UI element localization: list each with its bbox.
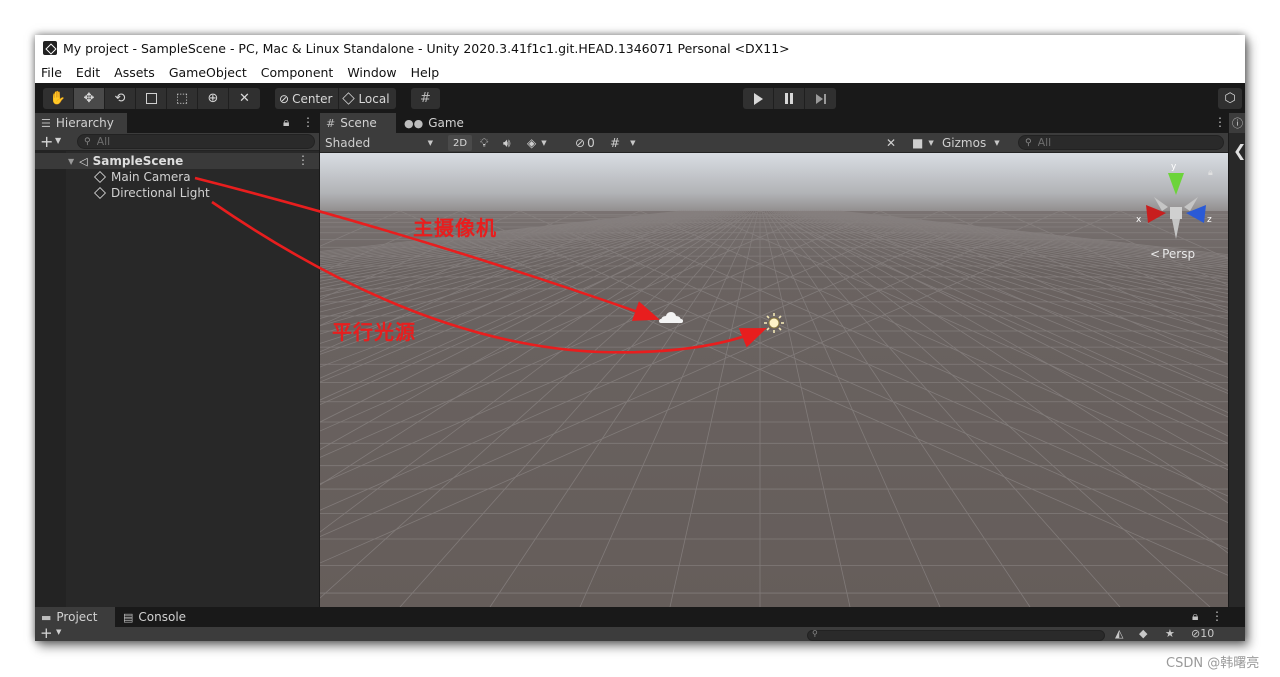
light-annotation-label: 平行光源 — [332, 320, 416, 344]
annotation-overlay — [194, 176, 767, 354]
watermark: CSDN @韩曙亮 — [1166, 656, 1260, 671]
camera-annotation-label: 主摄像机 — [413, 216, 497, 240]
camera-annotation-arrow — [194, 176, 660, 321]
